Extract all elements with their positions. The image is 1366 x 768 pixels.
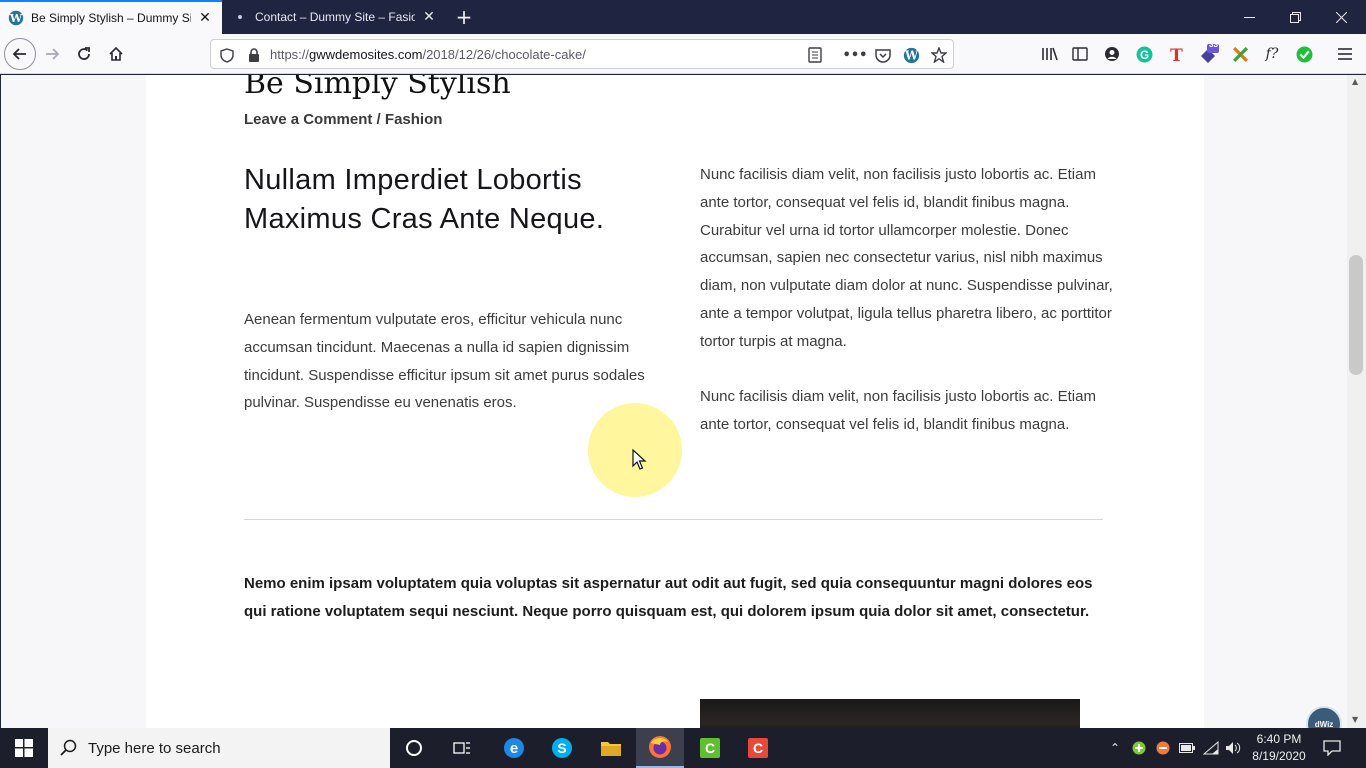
sidebar-icon[interactable] [1069, 43, 1091, 65]
extension-badge-icon[interactable]: 33 [1198, 40, 1220, 65]
camtasia-green-icon[interactable]: C [686, 728, 734, 768]
tray-orange-minus-icon[interactable] [1154, 728, 1172, 768]
page-actions-icon[interactable]: ••• [843, 46, 868, 64]
divider [244, 519, 1103, 520]
clock-date: 8/19/2020 [1252, 749, 1306, 763]
svg-text:e: e [510, 740, 518, 757]
tray-green-plus-icon[interactable] [1130, 728, 1148, 768]
right-paragraph-2: Nunc facilisis diam velit, non facilisis… [700, 388, 1096, 433]
svg-text:W: W [9, 12, 23, 25]
right-paragraph-1: Nunc facilisis diam velit, non facilisis… [700, 166, 1113, 350]
page-margin-right [1204, 75, 1347, 728]
category-link[interactable]: Fashion [385, 111, 443, 128]
battery-icon[interactable] [1178, 728, 1196, 768]
meta-separator: / [372, 111, 385, 128]
site-title[interactable]: Be Simply Stylish [244, 75, 511, 101]
tracking-shield-icon[interactable] [217, 46, 237, 64]
bold-paragraph: Nemo enim ipsam voluptatem quia voluptas… [244, 575, 1093, 620]
firefox-icon[interactable] [636, 728, 684, 768]
restore-button[interactable] [1272, 0, 1318, 34]
close-tab-icon[interactable]: ✕ [197, 10, 213, 26]
back-button[interactable] [4, 38, 36, 70]
tab-title: Be Simply Stylish – Dummy Site [31, 11, 191, 25]
tab-be-simply-stylish[interactable]: W Be Simply Stylish – Dummy Site ✕ [0, 0, 222, 34]
close-window-button[interactable] [1318, 0, 1364, 34]
taskbar-search-box[interactable]: Type here to search [48, 728, 390, 768]
scrollbar[interactable]: ▲ ▼ [1347, 75, 1366, 728]
cortana-icon[interactable] [390, 728, 438, 768]
task-view-icon[interactable] [438, 728, 486, 768]
volume-icon[interactable] [1224, 728, 1242, 768]
svg-text:C: C [705, 740, 715, 756]
cross-extension-icon[interactable] [1229, 43, 1251, 65]
close-tab-icon[interactable]: ✕ [421, 9, 437, 25]
scroll-up-icon[interactable]: ▲ [1352, 77, 1358, 86]
svg-text:G: G [1139, 48, 1148, 61]
reader-view-icon[interactable] [805, 46, 825, 64]
scroll-down-icon[interactable]: ▼ [1352, 715, 1358, 724]
url-prefix: https:// [270, 47, 310, 62]
notifications-icon[interactable] [1318, 728, 1346, 768]
page-margin-left [1, 75, 146, 728]
account-icon[interactable] [1101, 43, 1123, 65]
bookmark-star-icon[interactable] [929, 46, 949, 64]
skype-icon[interactable]: S [538, 728, 586, 768]
text-extension-icon[interactable]: T [1165, 43, 1187, 65]
check-extension-icon[interactable] [1293, 43, 1315, 65]
back-arrow-icon [12, 48, 26, 60]
post-image [700, 699, 1080, 728]
url-path: /2018/12/26/chocolate-cake/ [422, 47, 586, 62]
extension-badge-count: 33 [1209, 40, 1218, 49]
forward-arrow-icon [46, 48, 60, 60]
taskbar-clock[interactable]: 6:40 PM 8/19/2020 [1248, 731, 1310, 765]
pocket-icon[interactable] [873, 46, 893, 64]
url-host: gwwdemosites.com [309, 47, 423, 62]
tab-contact[interactable]: Contact – Dummy Site – Fasion ✕ [224, 0, 446, 34]
navigation-toolbar: https://gwwdemosites.com/2018/12/26/choc… [0, 34, 1366, 74]
post-meta: Leave a Comment / Fashion [244, 111, 442, 128]
left-paragraph: Aenean fermentum vulputate eros, efficit… [244, 311, 645, 412]
svg-text:S: S [557, 740, 566, 756]
windows-logo-icon [15, 739, 33, 757]
wordpress-icon: W [8, 10, 24, 26]
start-button[interactable] [0, 728, 48, 768]
windows-taskbar: Type here to search e S C C ⌃ 6:40 PM 8/… [0, 728, 1366, 768]
wifi-icon[interactable] [1202, 728, 1220, 768]
clock-time: 6:40 PM [1256, 732, 1302, 746]
menu-icon[interactable] [1334, 43, 1356, 65]
search-placeholder: Type here to search [88, 739, 221, 757]
svg-text:T: T [1170, 46, 1183, 63]
scrollbar-thumb[interactable] [1349, 255, 1363, 375]
url-bar[interactable]: https://gwwdemosites.com/2018/12/26/choc… [210, 39, 954, 69]
show-hidden-icons-chevron-icon[interactable]: ⌃ [1106, 728, 1124, 768]
new-tab-button[interactable]: + [452, 5, 476, 29]
home-button[interactable] [102, 40, 130, 68]
tab-title: Contact – Dummy Site – Fasion [255, 10, 415, 24]
reload-icon [78, 47, 90, 60]
dot-icon [232, 9, 248, 25]
forward-button[interactable] [38, 40, 66, 68]
reload-button[interactable] [70, 40, 98, 68]
mouse-pointer-icon [632, 448, 648, 471]
svg-text:C: C [753, 740, 763, 756]
wordpress-icon[interactable]: W [901, 46, 921, 64]
library-icon[interactable] [1038, 43, 1060, 65]
grammarly-icon[interactable]: G [1133, 43, 1155, 65]
search-icon [60, 739, 77, 756]
camtasia-red-icon[interactable]: C [734, 728, 782, 768]
url-text[interactable]: https://gwwdemosites.com/2018/12/26/choc… [270, 47, 586, 62]
page-viewport: Be Simply Stylish Leave a Comment / Fash… [0, 75, 1347, 728]
home-icon [109, 46, 123, 61]
file-explorer-icon[interactable] [587, 728, 635, 768]
leave-comment-link[interactable]: Leave a Comment [244, 111, 372, 128]
function-extension-icon[interactable]: f? [1261, 43, 1283, 65]
lock-icon[interactable] [244, 46, 264, 64]
browser-tab-bar: W Be Simply Stylish – Dummy Site ✕ Conta… [0, 0, 1366, 34]
minimize-button[interactable] [1226, 0, 1272, 34]
svg-text:W: W [903, 48, 918, 62]
edge-icon[interactable]: e [490, 728, 538, 768]
section-heading: Nullam Imperdiet Lobortis Maximus Cras A… [244, 164, 605, 235]
